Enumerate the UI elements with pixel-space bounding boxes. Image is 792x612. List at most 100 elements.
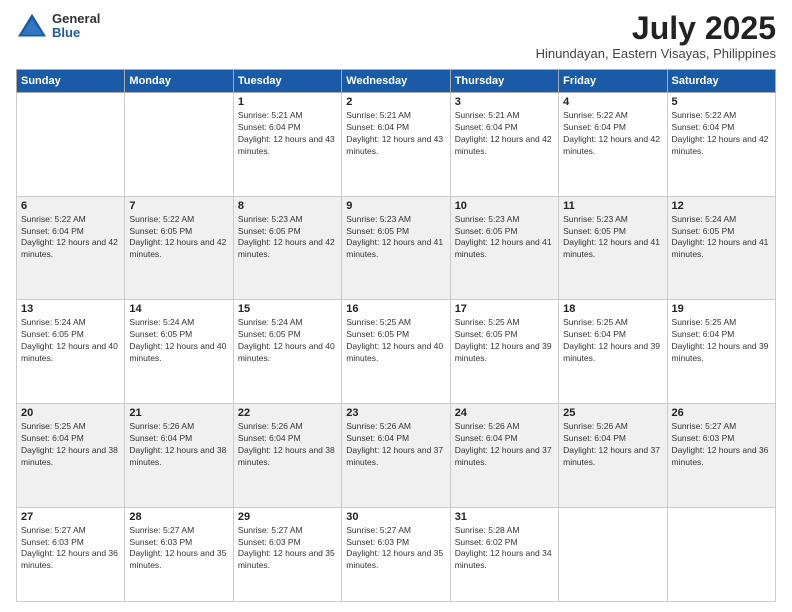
cell-info: Sunrise: 5:25 AMSunset: 6:04 PMDaylight:… bbox=[563, 317, 662, 365]
table-row bbox=[667, 507, 775, 601]
day-number: 30 bbox=[346, 511, 445, 523]
day-number: 6 bbox=[21, 200, 120, 212]
day-number: 31 bbox=[455, 511, 554, 523]
table-row: 14 Sunrise: 5:24 AMSunset: 6:05 PMDayligh… bbox=[125, 300, 233, 404]
calendar-week-row: 20Sunrise: 5:25 AMSunset: 6:04 PMDayligh… bbox=[17, 404, 776, 508]
day-number: 13 bbox=[21, 303, 120, 315]
cell-info: Sunrise: 5:27 AMSunset: 6:03 PMDaylight:… bbox=[129, 525, 228, 573]
cell-info: Sunrise: 5:23 AMSunset: 6:05 PMDaylight:… bbox=[238, 214, 337, 262]
col-wednesday: Wednesday bbox=[342, 70, 450, 93]
cell-info: Sunrise: 5:21 AMSunset: 6:04 PMDaylight:… bbox=[346, 110, 445, 158]
cell-info: Sunrise: 5:27 AMSunset: 6:03 PMDaylight:… bbox=[672, 421, 771, 469]
cell-info: Sunrise: 5:27 AMSunset: 6:03 PMDaylight:… bbox=[238, 525, 337, 573]
day-number: 5 bbox=[672, 96, 771, 108]
table-row: 5Sunrise: 5:22 AMSunset: 6:04 PMDaylight… bbox=[667, 93, 775, 197]
day-number: 17 bbox=[455, 303, 554, 315]
table-row: 7 Sunrise: 5:22 AMSunset: 6:05 PMDaylight… bbox=[125, 196, 233, 300]
cell-info: Sunrise: 5:21 AMSunset: 6:04 PMDaylight:… bbox=[238, 110, 337, 158]
cell-info: Sunrise: 5:27 AMSunset: 6:03 PMDaylight:… bbox=[346, 525, 445, 573]
table-row: 10 Sunrise: 5:23 AMSunset: 6:05 PMDayligh… bbox=[450, 196, 558, 300]
table-row: 3 Sunrise: 5:21 AMSunset: 6:04 PMDaylight… bbox=[450, 93, 558, 197]
day-number: 26 bbox=[672, 407, 771, 419]
cell-info: Sunrise: 5:24 AMSunset: 6:05 PMDaylight:… bbox=[672, 214, 771, 262]
calendar-header-row: Sunday Monday Tuesday Wednesday Thursday… bbox=[17, 70, 776, 93]
table-row: 18 Sunrise: 5:25 AMSunset: 6:04 PMDayligh… bbox=[559, 300, 667, 404]
table-row bbox=[17, 93, 125, 197]
day-number: 7 bbox=[129, 200, 228, 212]
table-row: 24 Sunrise: 5:26 AMSunset: 6:04 PMDayligh… bbox=[450, 404, 558, 508]
day-number: 27 bbox=[21, 511, 120, 523]
table-row: 25Sunrise: 5:26 AMSunset: 6:04 PMDayligh… bbox=[559, 404, 667, 508]
col-monday: Monday bbox=[125, 70, 233, 93]
day-number: 4 bbox=[563, 96, 662, 108]
day-number: 28 bbox=[129, 511, 228, 523]
title-block: July 2025 Hinundayan, Eastern Visayas, P… bbox=[536, 12, 776, 61]
table-row: 23 Sunrise: 5:26 AMSunset: 6:04 PMDayligh… bbox=[342, 404, 450, 508]
table-row: 21 Sunrise: 5:26 AMSunset: 6:04 PMDayligh… bbox=[125, 404, 233, 508]
table-row: 1 Sunrise: 5:21 AMSunset: 6:04 PMDaylight… bbox=[233, 93, 341, 197]
table-row: 8 Sunrise: 5:23 AMSunset: 6:05 PMDaylight… bbox=[233, 196, 341, 300]
table-row: 19Sunrise: 5:25 AMSunset: 6:04 PMDayligh… bbox=[667, 300, 775, 404]
table-row: 15 Sunrise: 5:24 AMSunset: 6:05 PMDayligh… bbox=[233, 300, 341, 404]
table-row: 9 Sunrise: 5:23 AMSunset: 6:05 PMDaylight… bbox=[342, 196, 450, 300]
cell-info: Sunrise: 5:21 AMSunset: 6:04 PMDaylight:… bbox=[455, 110, 554, 158]
cell-info: Sunrise: 5:25 AMSunset: 6:05 PMDaylight:… bbox=[346, 317, 445, 365]
cell-info: Sunrise: 5:24 AMSunset: 6:05 PMDaylight:… bbox=[129, 317, 228, 365]
table-row: 31 Sunrise: 5:28 AMSunset: 6:02 PMDayligh… bbox=[450, 507, 558, 601]
table-row: 26 Sunrise: 5:27 AMSunset: 6:03 PMDayligh… bbox=[667, 404, 775, 508]
table-row: 22 Sunrise: 5:26 AMSunset: 6:04 PMDayligh… bbox=[233, 404, 341, 508]
calendar: Sunday Monday Tuesday Wednesday Thursday… bbox=[16, 69, 776, 602]
table-row: 29 Sunrise: 5:27 AMSunset: 6:03 PMDayligh… bbox=[233, 507, 341, 601]
cell-info: Sunrise: 5:23 AMSunset: 6:05 PMDaylight:… bbox=[455, 214, 554, 262]
cell-info: Sunrise: 5:26 AMSunset: 6:04 PMDaylight:… bbox=[346, 421, 445, 469]
logo: General Blue bbox=[16, 12, 100, 41]
table-row: 28 Sunrise: 5:27 AMSunset: 6:03 PMDayligh… bbox=[125, 507, 233, 601]
logo-icon bbox=[16, 12, 48, 40]
calendar-week-row: 1 Sunrise: 5:21 AMSunset: 6:04 PMDaylight… bbox=[17, 93, 776, 197]
table-row: 16 Sunrise: 5:25 AMSunset: 6:05 PMDayligh… bbox=[342, 300, 450, 404]
cell-info: Sunrise: 5:22 AMSunset: 6:04 PMDaylight:… bbox=[563, 110, 662, 158]
table-row: 11 Sunrise: 5:23 AMSunset: 6:05 PMDayligh… bbox=[559, 196, 667, 300]
cell-info: Sunrise: 5:26 AMSunset: 6:04 PMDaylight:… bbox=[455, 421, 554, 469]
table-row: 30 Sunrise: 5:27 AMSunset: 6:03 PMDayligh… bbox=[342, 507, 450, 601]
cell-info: Sunrise: 5:23 AMSunset: 6:05 PMDaylight:… bbox=[346, 214, 445, 262]
page: General Blue July 2025 Hinundayan, Easte… bbox=[0, 0, 792, 612]
table-row: 17Sunrise: 5:25 AMSunset: 6:05 PMDayligh… bbox=[450, 300, 558, 404]
day-number: 11 bbox=[563, 200, 662, 212]
day-number: 2 bbox=[346, 96, 445, 108]
cell-info: Sunrise: 5:25 AMSunset: 6:04 PMDaylight:… bbox=[21, 421, 120, 469]
table-row: 27 Sunrise: 5:27 AMSunset: 6:03 PMDayligh… bbox=[17, 507, 125, 601]
day-number: 3 bbox=[455, 96, 554, 108]
day-number: 12 bbox=[672, 200, 771, 212]
day-number: 23 bbox=[346, 407, 445, 419]
cell-info: Sunrise: 5:26 AMSunset: 6:04 PMDaylight:… bbox=[129, 421, 228, 469]
day-number: 8 bbox=[238, 200, 337, 212]
day-number: 16 bbox=[346, 303, 445, 315]
day-number: 10 bbox=[455, 200, 554, 212]
calendar-week-row: 6Sunrise: 5:22 AMSunset: 6:04 PMDaylight… bbox=[17, 196, 776, 300]
cell-info: Sunrise: 5:28 AMSunset: 6:02 PMDaylight:… bbox=[455, 525, 554, 573]
day-number: 24 bbox=[455, 407, 554, 419]
cell-info: Sunrise: 5:26 AMSunset: 6:04 PMDaylight:… bbox=[238, 421, 337, 469]
month-title: July 2025 bbox=[536, 12, 776, 44]
day-number: 29 bbox=[238, 511, 337, 523]
col-saturday: Saturday bbox=[667, 70, 775, 93]
day-number: 1 bbox=[238, 96, 337, 108]
table-row: 12 Sunrise: 5:24 AMSunset: 6:05 PMDayligh… bbox=[667, 196, 775, 300]
day-number: 21 bbox=[129, 407, 228, 419]
day-number: 22 bbox=[238, 407, 337, 419]
cell-info: Sunrise: 5:22 AMSunset: 6:05 PMDaylight:… bbox=[129, 214, 228, 262]
logo-general: General bbox=[52, 12, 100, 26]
table-row: 13Sunrise: 5:24 AMSunset: 6:05 PMDayligh… bbox=[17, 300, 125, 404]
day-number: 15 bbox=[238, 303, 337, 315]
cell-info: Sunrise: 5:23 AMSunset: 6:05 PMDaylight:… bbox=[563, 214, 662, 262]
day-number: 14 bbox=[129, 303, 228, 315]
cell-info: Sunrise: 5:24 AMSunset: 6:05 PMDaylight:… bbox=[238, 317, 337, 365]
calendar-week-row: 13 Sunrise: 5:24 AMSunset: 6:05 PMDayligh… bbox=[17, 300, 776, 404]
day-number: 19 bbox=[672, 303, 771, 315]
cell-info: Sunrise: 5:27 AMSunset: 6:03 PMDaylight:… bbox=[21, 525, 120, 573]
day-number: 18 bbox=[563, 303, 662, 315]
header: General Blue July 2025 Hinundayan, Easte… bbox=[16, 12, 776, 61]
day-number: 9 bbox=[346, 200, 445, 212]
calendar-week-row: 27 Sunrise: 5:27 AMSunset: 6:03 PMDayligh… bbox=[17, 507, 776, 601]
